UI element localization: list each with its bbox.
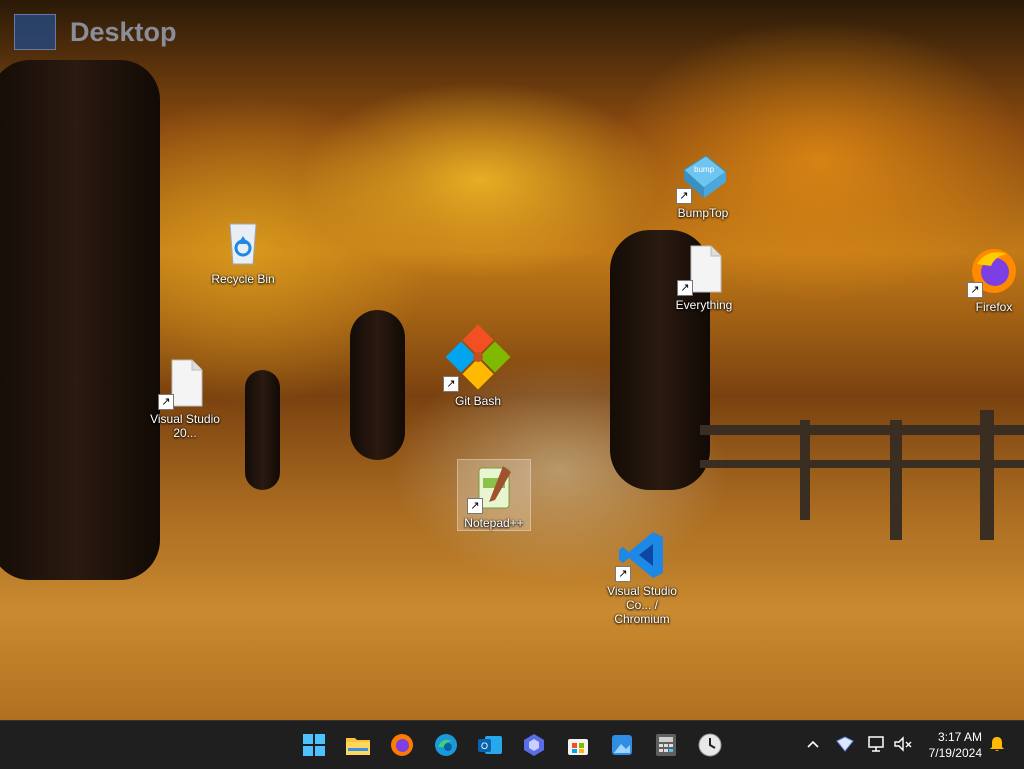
firefox-icon xyxy=(391,734,413,756)
vscode-icon-item[interactable]: ↗ Visual Studio Co... / Chromium xyxy=(602,528,682,626)
bumptop-label: BumpTop xyxy=(677,206,729,220)
windows-logo-icon xyxy=(303,734,325,756)
svg-text:bump: bump xyxy=(694,165,715,174)
fence-post xyxy=(980,410,994,540)
edge-button[interactable] xyxy=(430,729,462,761)
tree-trunk xyxy=(0,60,160,580)
outlook-new-button[interactable]: O xyxy=(474,729,506,761)
photos-icon xyxy=(612,735,632,755)
recycle-bin-icon xyxy=(216,216,270,270)
calculator-icon xyxy=(656,734,676,756)
photos-button[interactable] xyxy=(606,729,638,761)
fence xyxy=(700,425,1024,435)
volume-muted-icon[interactable] xyxy=(892,733,914,755)
git-bash-icon: ↗ xyxy=(443,322,513,392)
vscode-icon: ↗ xyxy=(615,528,669,582)
calculator-button[interactable] xyxy=(650,729,682,761)
start-button[interactable] xyxy=(298,729,330,761)
taskbar: O 3:17 AM 7/19/2024 xyxy=(0,720,1024,769)
firefox-icon-item[interactable]: ↗ Firefox xyxy=(954,244,1024,314)
shortcut-arrow-icon: ↗ xyxy=(676,188,692,204)
edge-icon xyxy=(435,734,457,756)
microsoft-store-button[interactable] xyxy=(562,729,594,761)
desktop-indicator: Desktop xyxy=(14,14,177,50)
visual-studio-label: Visual Studio 20... xyxy=(150,412,220,440)
notepadpp-icon-item[interactable]: ↗ Notepad++ xyxy=(457,459,531,531)
shortcut-arrow-icon: ↗ xyxy=(158,394,174,410)
folder-icon xyxy=(346,738,370,755)
shortcut-arrow-icon: ↗ xyxy=(967,282,983,298)
visual-studio-icon-item[interactable]: ↗ Visual Studio 20... xyxy=(145,356,225,440)
bumptop-icon-item[interactable]: bump ↗ BumpTop xyxy=(663,150,743,220)
fence-post xyxy=(800,420,810,520)
tree-trunk xyxy=(245,370,280,490)
clock-icon xyxy=(698,733,722,757)
firefox-icon: ↗ xyxy=(967,244,1021,298)
everything-label: Everything xyxy=(675,298,733,312)
shortcut-arrow-icon: ↗ xyxy=(615,566,631,582)
notepadpp-label: Notepad++ xyxy=(464,516,524,530)
shortcut-arrow-icon: ↗ xyxy=(677,280,693,296)
clock-date: 7/19/2024 xyxy=(928,746,982,760)
show-hidden-icons-chevron-icon[interactable] xyxy=(802,733,824,755)
copilot-icon xyxy=(524,734,544,756)
vscode-chromium-label: Visual Studio Co... / Chromium xyxy=(607,584,677,626)
store-icon xyxy=(568,739,588,755)
file-explorer-button[interactable] xyxy=(342,729,374,761)
firefox-taskbar-button[interactable] xyxy=(386,729,418,761)
file-icon: ↗ xyxy=(158,356,212,410)
desktop-thumbnail xyxy=(14,14,56,50)
git-bash-icon-item[interactable]: ↗ Git Bash xyxy=(438,322,518,408)
svg-text:O: O xyxy=(481,741,488,751)
fence xyxy=(700,460,1024,468)
recycle-bin-icon-item[interactable]: Recycle Bin xyxy=(203,216,283,286)
tray-app-icon[interactable] xyxy=(834,733,856,755)
tree-trunk xyxy=(350,310,405,460)
shortcut-arrow-icon: ↗ xyxy=(467,498,483,514)
outlook-icon: O xyxy=(478,736,502,754)
shortcut-arrow-icon: ↗ xyxy=(443,376,459,392)
notification-bell-icon[interactable] xyxy=(986,733,1008,755)
clock[interactable]: 3:17 AM 7/19/2024 xyxy=(929,729,982,761)
network-icon[interactable] xyxy=(866,733,888,755)
clock-app-button[interactable] xyxy=(694,729,726,761)
copilot-button[interactable] xyxy=(518,729,550,761)
fence-post xyxy=(890,420,902,540)
desktop-title: Desktop xyxy=(70,16,177,47)
firefox-label: Firefox xyxy=(975,300,1013,314)
file-icon: ↗ xyxy=(677,242,731,296)
bumptop-icon: bump ↗ xyxy=(676,150,730,204)
clock-time: 3:17 AM xyxy=(937,730,982,744)
recycle-bin-label: Recycle Bin xyxy=(211,272,275,286)
everything-icon-item[interactable]: ↗ Everything xyxy=(664,242,744,312)
notepadpp-icon: ↗ xyxy=(467,460,521,514)
git-bash-label: Git Bash xyxy=(454,394,502,408)
